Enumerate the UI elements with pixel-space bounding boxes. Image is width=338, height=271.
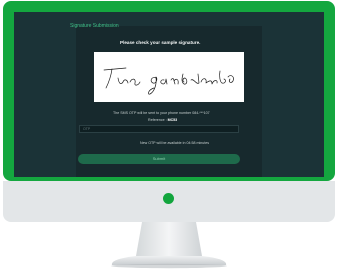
reference-line: Reference : MC53 [148,118,177,122]
monitor-stand [111,222,227,269]
page-heading: Please check your sample signature. [120,40,201,45]
submit-button[interactable]: Submit [78,154,240,164]
power-indicator-icon [163,193,174,204]
otp-info-text: The SMS OTP will be sent to your phone n… [113,111,210,115]
reference-value: MC53 [167,118,178,122]
otp-input[interactable]: OTP [79,125,239,133]
reference-label: Reference : [148,118,167,122]
panel-title: Signature Submission [70,23,119,29]
signature-image [103,67,234,95]
resend-timer-text: New OTP will be available in 04:58 minut… [140,141,210,145]
signature-preview [94,52,244,102]
